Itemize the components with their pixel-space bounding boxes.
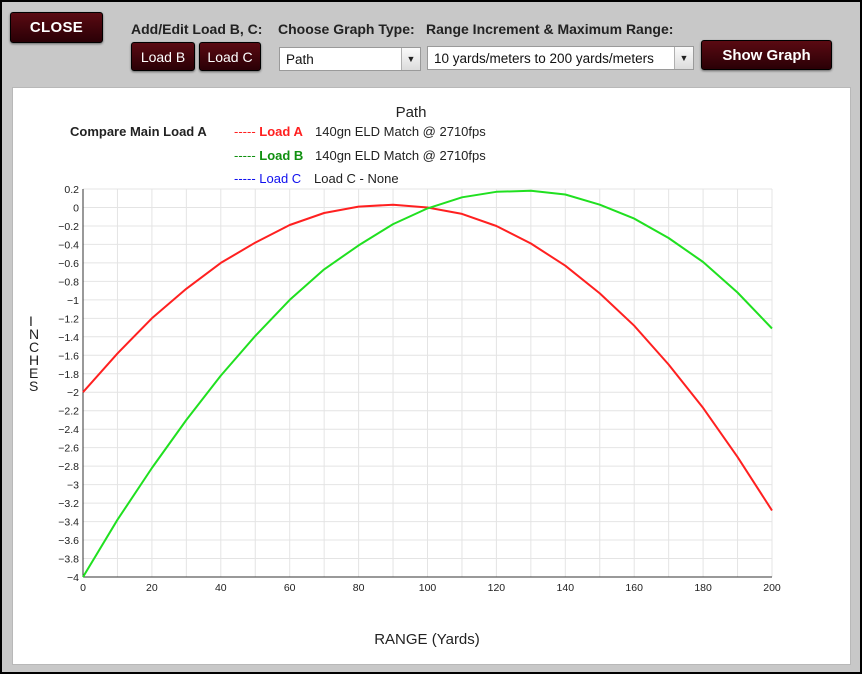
show-graph-button[interactable]: Show Graph bbox=[701, 40, 832, 70]
x-axis-label: RANGE (Yards) bbox=[374, 631, 480, 648]
graph-window: CLOSE Add/Edit Load B, C: Load B Load C … bbox=[2, 2, 860, 672]
legend-load-b: ----- Load B bbox=[234, 148, 303, 163]
y-tick-label: −2.2 bbox=[58, 406, 79, 418]
tick-labels: 0.2 0 −0.2 −0.4 −0.6 −0.8 −1 −1.2 −1.4 −1.6 −1.8 −2… bbox=[58, 184, 781, 594]
y-tick-label: −2.8 bbox=[58, 461, 79, 473]
legend-load-c: ----- Load C bbox=[234, 171, 301, 186]
legend-b-dash: ----- bbox=[234, 148, 259, 163]
y-tick-label: −1.2 bbox=[58, 313, 79, 325]
legend-b-desc: 140gn ELD Match @ 2710fps bbox=[315, 148, 486, 163]
x-tick-label: 180 bbox=[694, 582, 712, 594]
x-tick-label: 140 bbox=[557, 582, 575, 594]
x-tick-label: 80 bbox=[353, 582, 365, 594]
y-tick-label: −3.2 bbox=[58, 498, 79, 510]
y-tick-label: −1.8 bbox=[58, 369, 79, 381]
y-tick-label: −3 bbox=[67, 480, 79, 492]
y-tick-label: −2.6 bbox=[58, 443, 79, 455]
chevron-down-icon[interactable]: ▼ bbox=[401, 48, 420, 70]
graph-type-value: Path bbox=[286, 51, 314, 67]
y-tick-label: −0.8 bbox=[58, 276, 79, 288]
graph-type-select[interactable]: Path ▼ bbox=[279, 47, 421, 71]
legend-b-name: Load B bbox=[259, 148, 303, 163]
chevron-down-icon[interactable]: ▼ bbox=[674, 47, 693, 69]
load-c-button[interactable]: Load C bbox=[199, 42, 261, 71]
y-tick-label: −1 bbox=[67, 295, 79, 307]
close-button[interactable]: CLOSE bbox=[10, 12, 103, 43]
range-select[interactable]: 10 yards/meters to 200 yards/meters ▼ bbox=[427, 46, 694, 70]
add-edit-label: Add/Edit Load B, C: bbox=[131, 21, 263, 37]
legend-c-dash: ----- bbox=[234, 171, 259, 186]
x-tick-label: 0 bbox=[80, 582, 86, 594]
path-chart: Path Compare Main Load A ----- Load A 14… bbox=[29, 104, 781, 648]
y-tick-label: −1.4 bbox=[58, 332, 79, 344]
y-tick-label: −0.2 bbox=[58, 221, 79, 233]
range-value: 10 yards/meters to 200 yards/meters bbox=[434, 50, 654, 66]
y-tick-label: −0.6 bbox=[58, 258, 79, 270]
compare-label: Compare Main Load A bbox=[70, 124, 207, 139]
chart-panel: Path Compare Main Load A ----- Load A 14… bbox=[12, 87, 851, 665]
y-tick-label: 0 bbox=[73, 202, 79, 214]
chart-grid bbox=[82, 188, 773, 578]
legend-a-desc: 140gn ELD Match @ 2710fps bbox=[315, 124, 486, 139]
y-tick-label: −2 bbox=[67, 387, 79, 399]
y-axis-label: INCHES bbox=[29, 313, 39, 394]
range-label: Range Increment & Maximum Range: bbox=[426, 21, 674, 37]
y-tick-label: −4 bbox=[67, 572, 79, 584]
y-tick-label: −3.6 bbox=[58, 535, 79, 547]
y-tick-label: −3.8 bbox=[58, 554, 79, 566]
legend-a-name: Load A bbox=[259, 124, 303, 139]
legend-load-a: ----- Load A bbox=[234, 124, 303, 139]
y-axis-label-char: S bbox=[29, 378, 38, 394]
chart-title: Path bbox=[396, 104, 427, 121]
y-tick-label: −2.4 bbox=[58, 424, 79, 436]
x-tick-label: 120 bbox=[488, 582, 506, 594]
y-tick-label: −1.6 bbox=[58, 350, 79, 362]
load-b-button[interactable]: Load B bbox=[131, 42, 195, 71]
y-tick-label: −3.4 bbox=[58, 517, 79, 529]
x-tick-label: 20 bbox=[146, 582, 158, 594]
x-tick-label: 60 bbox=[284, 582, 296, 594]
legend-a-dash: ----- bbox=[234, 124, 259, 139]
x-tick-label: 100 bbox=[419, 582, 437, 594]
legend-c-desc: Load C - None bbox=[314, 171, 399, 186]
legend-c-name: Load C bbox=[259, 171, 301, 186]
y-tick-label: 0.2 bbox=[64, 184, 79, 196]
graph-type-label: Choose Graph Type: bbox=[278, 21, 415, 37]
x-tick-label: 160 bbox=[625, 582, 643, 594]
x-tick-label: 200 bbox=[763, 582, 781, 594]
y-tick-label: −0.4 bbox=[58, 239, 79, 251]
x-tick-label: 40 bbox=[215, 582, 227, 594]
